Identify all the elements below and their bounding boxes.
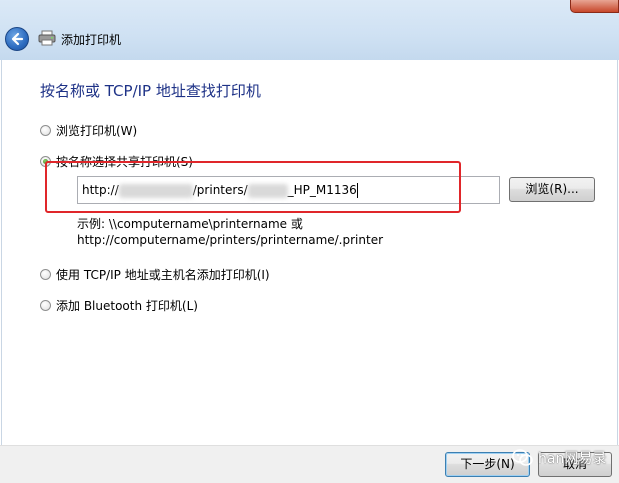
page-heading: 按名称或 TCP/IP 地址查找打印机 [40,82,261,100]
option-bluetooth-printer[interactable]: 添加 Bluetooth 打印机(L) [40,297,198,314]
title-area [0,0,619,60]
browse-button[interactable]: 浏览(R)... [509,177,595,202]
option-browse-printers[interactable]: 浏览打印机(W) [40,122,137,139]
annotation-highlight-box [45,161,461,213]
option-browse-printers-label: 浏览打印机(W) [56,124,138,138]
option-tcpip-hostname-label: 使用 TCP/IP 地址或主机名添加打印机(I) [56,268,270,282]
close-button[interactable] [570,0,619,13]
radio-browse-printers[interactable] [40,125,51,136]
wechat-icon [512,449,533,466]
watermark: han网易录 [512,448,606,468]
printer-icon [38,30,56,46]
radio-bluetooth-printer[interactable] [40,300,51,311]
radio-tcpip-hostname[interactable] [40,269,51,280]
watermark-text: han网易录 [538,451,607,467]
example-hint-line2: http://computername/printers/printername… [77,233,384,247]
window-title: 添加打印机 [61,33,122,47]
example-hint: 示例: \\computername\printername 或 http://… [77,216,383,248]
back-button[interactable] [5,27,29,51]
option-bluetooth-printer-label: 添加 Bluetooth 打印机(L) [56,299,198,313]
back-arrow-icon [11,32,24,46]
content-pane [1,60,618,445]
option-tcpip-hostname[interactable]: 使用 TCP/IP 地址或主机名添加打印机(I) [40,266,270,283]
example-hint-line1: 示例: \\computername\printername 或 [77,217,303,231]
